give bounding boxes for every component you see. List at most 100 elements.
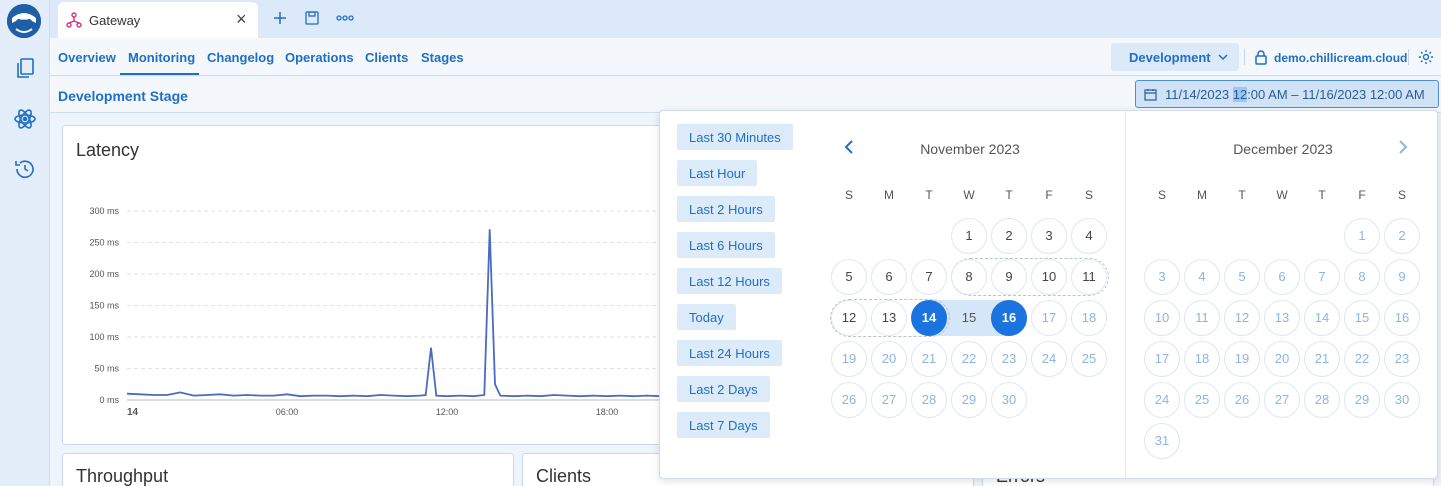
calendar-day[interactable]: 12 — [831, 300, 867, 336]
weekday-label: S — [1397, 188, 1406, 202]
calendar-day[interactable]: 15 — [1344, 300, 1380, 336]
calendar-day[interactable]: 13 — [871, 300, 907, 336]
calendar-day[interactable]: 2 — [1384, 218, 1420, 254]
calendar-day[interactable]: 3 — [1144, 259, 1180, 295]
calendar-day[interactable]: 19 — [831, 341, 867, 377]
tab-title: Gateway — [89, 13, 141, 28]
weekday-label: M — [884, 188, 894, 202]
calendar-day[interactable]: 5 — [831, 259, 867, 295]
calendar-day[interactable]: 24 — [1144, 382, 1180, 418]
calendar-day[interactable]: 28 — [911, 382, 947, 418]
calendar-day[interactable]: 30 — [991, 382, 1027, 418]
calendar-day[interactable]: 11 — [1184, 300, 1220, 336]
calendar-day[interactable]: 30 — [1384, 382, 1420, 418]
calendar-day[interactable]: 27 — [871, 382, 907, 418]
preset-last-6-hours[interactable]: Last 6 Hours — [677, 232, 775, 258]
nav-operations[interactable]: Operations — [285, 50, 354, 65]
calendar-day[interactable]: 26 — [1224, 382, 1260, 418]
preset-today[interactable]: Today — [677, 304, 736, 330]
chillicream-logo-icon[interactable] — [7, 4, 41, 38]
preset-last-hour[interactable]: Last Hour — [677, 160, 758, 186]
calendar-day[interactable]: 9 — [991, 259, 1027, 295]
preset-last-12-hours[interactable]: Last 12 Hours — [677, 268, 782, 294]
calendar-day[interactable]: 22 — [951, 341, 987, 377]
x-tick-label: 18:00 — [596, 407, 619, 417]
latency-series-line — [126, 229, 661, 398]
nav-changelog[interactable]: Changelog — [207, 50, 274, 65]
calendar-day[interactable]: 27 — [1264, 382, 1300, 418]
history-icon[interactable] — [13, 157, 37, 181]
calendar-day[interactable]: 29 — [951, 382, 987, 418]
calendar-day[interactable]: 16 — [991, 300, 1027, 336]
calendar-day[interactable]: 23 — [991, 341, 1027, 377]
calendar-day[interactable]: 12 — [1224, 300, 1260, 336]
preset-last-24-hours[interactable]: Last 24 Hours — [677, 340, 782, 366]
calendar-day[interactable]: 16 — [1384, 300, 1420, 336]
calendar-day[interactable]: 9 — [1384, 259, 1420, 295]
nav-clients[interactable]: Clients — [365, 50, 408, 65]
calendar-day[interactable]: 17 — [1031, 300, 1067, 336]
calendar-day[interactable]: 4 — [1184, 259, 1220, 295]
nav-overview[interactable]: Overview — [58, 50, 116, 65]
calendar-day[interactable]: 17 — [1144, 341, 1180, 377]
calendar-day[interactable]: 11 — [1071, 259, 1107, 295]
calendar-day[interactable]: 3 — [1031, 218, 1067, 254]
gear-icon[interactable] — [1418, 49, 1434, 68]
calendar-day[interactable]: 2 — [991, 218, 1027, 254]
calendar-day[interactable]: 7 — [1304, 259, 1340, 295]
calendar-day[interactable]: 25 — [1184, 382, 1220, 418]
preset-last-30-minutes[interactable]: Last 30 Minutes — [677, 124, 793, 150]
calendar-day[interactable]: 1 — [1344, 218, 1380, 254]
calendar-day[interactable]: 21 — [911, 341, 947, 377]
environment-select[interactable]: Development — [1111, 43, 1239, 71]
chevron-right-icon[interactable] — [1396, 139, 1410, 158]
calendar-day[interactable]: 25 — [1071, 341, 1107, 377]
date-range-input[interactable]: 11/14/2023 12:00 AM – 11/16/2023 12:00 A… — [1135, 80, 1439, 108]
y-tick-label: 150 ms — [89, 301, 119, 311]
documents-icon[interactable] — [13, 56, 37, 80]
calendar-day[interactable]: 8 — [951, 259, 987, 295]
host-link[interactable]: demo.chillicream.cloud — [1274, 51, 1407, 65]
chevron-left-icon[interactable] — [842, 139, 856, 158]
calendar-day[interactable]: 5 — [1224, 259, 1260, 295]
save-icon[interactable] — [304, 10, 320, 29]
left-sidebar — [0, 0, 50, 486]
calendar-day[interactable]: 6 — [871, 259, 907, 295]
calendar-day[interactable]: 1 — [951, 218, 987, 254]
calendar-day[interactable]: 26 — [831, 382, 867, 418]
calendar-day[interactable]: 14 — [1304, 300, 1340, 336]
calendar-day[interactable]: 14 — [911, 300, 947, 336]
calendar-day[interactable]: 4 — [1071, 218, 1107, 254]
calendar-day[interactable]: 28 — [1304, 382, 1340, 418]
preset-last-2-hours[interactable]: Last 2 Hours — [677, 196, 775, 222]
nav-monitoring[interactable]: Monitoring — [128, 50, 195, 65]
divider — [1244, 49, 1245, 65]
preset-last-7-days[interactable]: Last 7 Days — [677, 412, 770, 438]
calendar-day[interactable]: 19 — [1224, 341, 1260, 377]
calendar-day[interactable]: 10 — [1031, 259, 1067, 295]
calendar-day[interactable]: 31 — [1144, 423, 1180, 459]
calendar-day[interactable]: 20 — [871, 341, 907, 377]
nav-stages[interactable]: Stages — [421, 50, 464, 65]
add-tab-icon[interactable] — [272, 10, 288, 29]
preset-last-2-days[interactable]: Last 2 Days — [677, 376, 770, 402]
calendar-day[interactable]: 23 — [1384, 341, 1420, 377]
calendar-day[interactable]: 7 — [911, 259, 947, 295]
calendar-day[interactable]: 15 — [951, 300, 987, 336]
y-tick-label: 0 ms — [99, 395, 119, 405]
schema-atom-icon[interactable] — [13, 107, 37, 131]
calendar-day[interactable]: 10 — [1144, 300, 1180, 336]
calendar-day[interactable]: 18 — [1184, 341, 1220, 377]
calendar-day[interactable]: 13 — [1264, 300, 1300, 336]
calendar-day[interactable]: 21 — [1304, 341, 1340, 377]
calendar-day[interactable]: 22 — [1344, 341, 1380, 377]
calendar-day[interactable]: 20 — [1264, 341, 1300, 377]
calendar-day[interactable]: 29 — [1344, 382, 1380, 418]
calendar-day[interactable]: 8 — [1344, 259, 1380, 295]
calendar-day[interactable]: 18 — [1071, 300, 1107, 336]
calendar-day[interactable]: 24 — [1031, 341, 1067, 377]
close-tab-icon[interactable]: × — [236, 9, 247, 30]
more-options-icon[interactable] — [336, 10, 354, 29]
tab-gateway[interactable]: Gateway × — [58, 2, 258, 38]
calendar-day[interactable]: 6 — [1264, 259, 1300, 295]
